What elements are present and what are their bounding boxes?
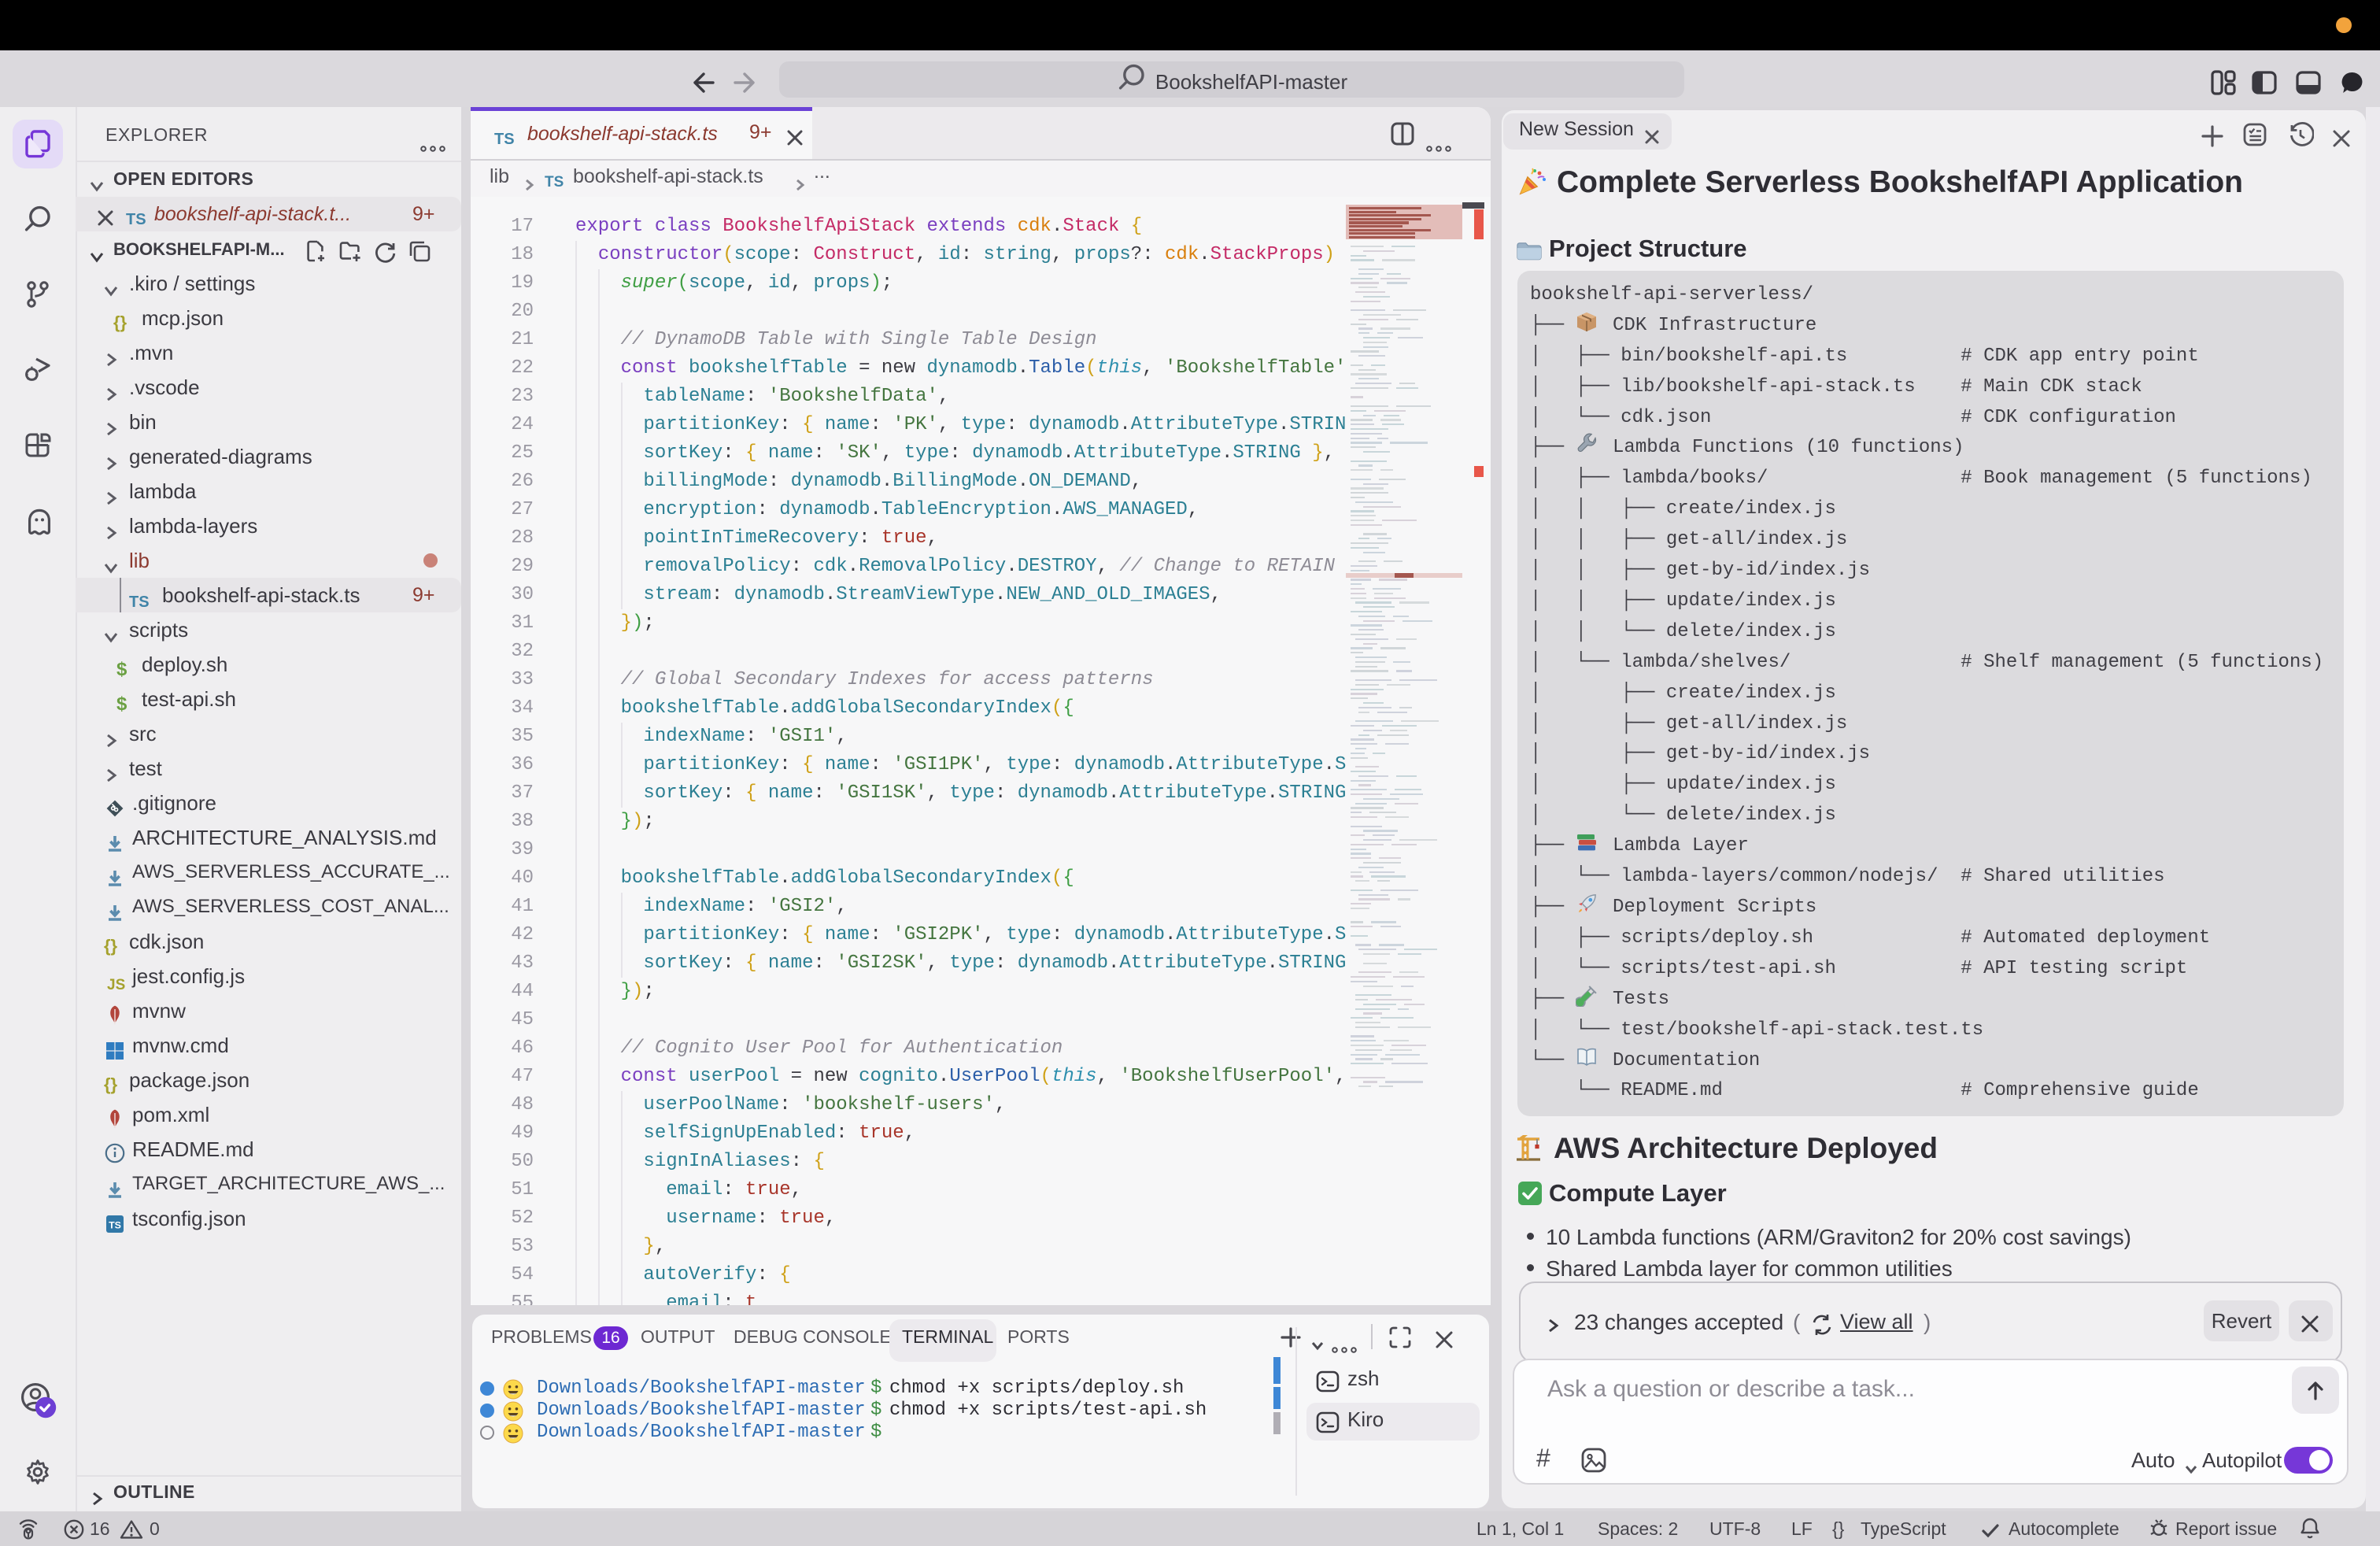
svg-text:TS: TS [109, 1220, 121, 1231]
